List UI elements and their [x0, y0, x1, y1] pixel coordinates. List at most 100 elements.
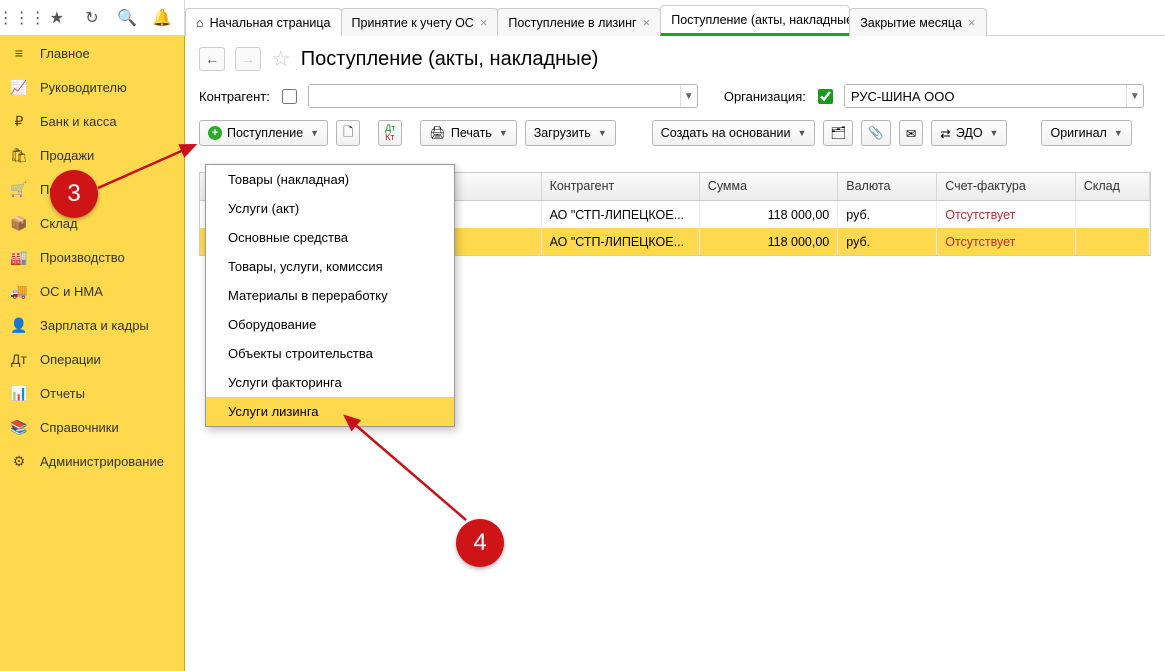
contractor-label: Контрагент: — [199, 89, 270, 104]
sidebar-item[interactable]: ≡ Главное — [0, 36, 184, 70]
filter-row: Контрагент: ▼ Организация: ▼ — [199, 84, 1151, 108]
dropdown-item[interactable]: Товары, услуги, комиссия — [206, 252, 454, 281]
sidebar-icon: 🛒 — [10, 181, 28, 198]
contractor-input[interactable] — [309, 85, 680, 107]
column-header[interactable] — [443, 173, 542, 200]
back-button[interactable]: ← — [199, 47, 225, 71]
tab[interactable]: Поступление (акты, накладные)× — [660, 5, 850, 36]
sidebar-label: Отчеты — [40, 386, 85, 401]
sidebar: ≡ Главное 📈Руководителю₽Банк и касса🛍Прода… — [0, 36, 185, 671]
refresh-button[interactable]: 🗋 — [336, 120, 360, 146]
sidebar-item[interactable]: 📈Руководителю — [0, 70, 184, 104]
dropdown-item[interactable]: Материалы в переработку — [206, 281, 454, 310]
column-header[interactable]: Склад — [1076, 173, 1150, 200]
sidebar-icon: ⚙ — [10, 453, 28, 470]
chevron-down-icon[interactable]: ▼ — [680, 85, 697, 107]
sidebar-icon: ≡ — [10, 45, 28, 61]
topbar-icon-strip: ⋮⋮⋮ ★ ↻ 🔍 🔔 — [0, 0, 185, 35]
edo-button[interactable]: ⇄ ЭДО ▼ — [931, 120, 1007, 146]
search-icon[interactable]: 🔍 — [113, 4, 141, 32]
dropdown-item[interactable]: Оборудование — [206, 310, 454, 339]
edo-label: ЭДО — [956, 126, 983, 140]
sidebar-item[interactable]: 🏭 Производство — [0, 240, 184, 274]
create-button[interactable]: + Поступление ▼ — [199, 120, 328, 146]
apps-icon[interactable]: ⋮⋮⋮ — [8, 4, 36, 32]
column-header[interactable]: Сумма — [700, 173, 838, 200]
sidebar-label: Администрирование — [40, 454, 164, 469]
dropdown-item[interactable]: Услуги лизинга — [206, 397, 454, 426]
cell: руб. — [838, 201, 937, 228]
tab[interactable]: ⌂Начальная страница — [185, 8, 342, 36]
dropdown-item[interactable]: Товары (накладная) — [206, 165, 454, 194]
close-icon[interactable]: × — [968, 15, 976, 30]
tab-label: Закрытие месяца — [860, 16, 962, 30]
sidebar-item[interactable]: ₽Банк и касса — [0, 104, 184, 138]
dropdown-item[interactable]: Услуги (акт) — [206, 194, 454, 223]
tab-strip: ⌂Начальная страницаПринятие к учету ОС×П… — [185, 0, 1165, 36]
history-icon[interactable]: ↻ — [78, 4, 106, 32]
cell — [1076, 228, 1150, 255]
sidebar-icon: 🛍 — [10, 147, 28, 164]
create-based-button[interactable]: Создать на основании ▼ — [652, 120, 816, 146]
org-combo[interactable]: ▼ — [844, 84, 1144, 108]
tab-label: Принятие к учету ОС — [352, 16, 474, 30]
chevron-down-icon: ▼ — [990, 128, 999, 138]
sidebar-item[interactable]: ДтОперации — [0, 342, 184, 376]
column-header[interactable]: Валюта — [838, 173, 937, 200]
load-button[interactable]: Загрузить ▼ — [525, 120, 616, 146]
chevron-down-icon: ▼ — [598, 128, 607, 138]
dropdown-item[interactable]: Основные средства — [206, 223, 454, 252]
close-icon[interactable]: × — [480, 15, 488, 30]
cell: Отсутствует — [937, 228, 1075, 255]
print-button[interactable]: Печать ▼ — [420, 120, 516, 146]
sidebar-label: Главное — [40, 46, 90, 61]
cell: АО "СТП-ЛИПЕЦКОЕ... — [542, 201, 700, 228]
sidebar-item[interactable]: 📚 Справочники — [0, 410, 184, 444]
sidebar-item[interactable]: 🚚ОС и НМА — [0, 274, 184, 308]
sidebar-icon: 📦 — [10, 215, 28, 232]
sidebar-icon: 📚 — [10, 419, 28, 436]
sidebar-item[interactable]: 📦Склад — [0, 206, 184, 240]
attach-button[interactable]: 📎 — [861, 120, 891, 146]
tab[interactable]: Принятие к учету ОС × — [341, 8, 499, 36]
contractor-checkbox[interactable] — [282, 89, 297, 104]
dropdown-item[interactable]: Услуги факторинга — [206, 368, 454, 397]
callout-3: 3 — [50, 170, 98, 218]
org-input[interactable] — [845, 85, 1126, 107]
related-button[interactable]: 🗂 — [823, 120, 853, 146]
cell: руб. — [838, 228, 937, 255]
tab[interactable]: Закрытие месяца × — [849, 8, 986, 36]
chevron-down-icon: ▼ — [1114, 128, 1123, 138]
bell-icon[interactable]: 🔔 — [148, 4, 176, 32]
callout-4: 4 — [456, 519, 504, 567]
plus-icon: + — [208, 126, 222, 140]
column-header[interactable]: Счет-фактура — [937, 173, 1075, 200]
sidebar-item[interactable]: 👤Зарплата и кадры — [0, 308, 184, 342]
sidebar-icon: 🏭 — [10, 249, 28, 266]
home-icon: ⌂ — [196, 16, 204, 30]
sidebar-item[interactable]: ⚙ Администрирование — [0, 444, 184, 478]
tab-label: Поступление в лизинг — [508, 16, 636, 30]
chevron-down-icon[interactable]: ▼ — [1126, 85, 1143, 107]
sidebar-label: Банк и касса — [40, 114, 117, 129]
sidebar-item[interactable]: 🛍Продажи — [0, 138, 184, 172]
cell — [443, 228, 542, 255]
mail-button[interactable]: ✉ — [899, 120, 923, 146]
sidebar-label: Справочники — [40, 420, 119, 435]
dtkt-button[interactable]: ДтКт — [378, 120, 402, 146]
star-icon[interactable]: ★ — [43, 4, 71, 32]
column-header[interactable]: Контрагент — [542, 173, 700, 200]
tab[interactable]: Поступление в лизинг × — [497, 8, 661, 36]
sidebar-label: Производство — [40, 250, 125, 265]
favorite-star-icon[interactable]: ☆ — [271, 46, 291, 72]
sidebar-item[interactable]: 📊Отчеты — [0, 376, 184, 410]
close-icon[interactable]: × — [643, 15, 651, 30]
cell — [1076, 201, 1150, 228]
forward-button[interactable]: → — [235, 47, 261, 71]
original-button[interactable]: Оригинал ▼ — [1041, 120, 1131, 146]
printer-icon — [429, 125, 446, 141]
contractor-combo[interactable]: ▼ — [308, 84, 698, 108]
dropdown-item[interactable]: Объекты строительства — [206, 339, 454, 368]
org-checkbox[interactable] — [818, 89, 833, 104]
org-label: Организация: — [724, 89, 806, 104]
